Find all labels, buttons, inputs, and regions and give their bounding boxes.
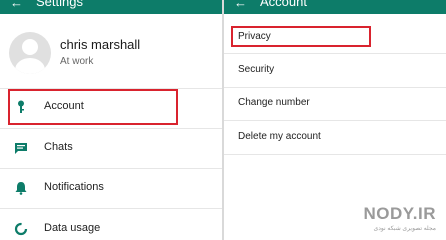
avatar-head <box>22 39 38 55</box>
watermark-subtext: مجله تصویری شبکه نودی <box>373 226 436 232</box>
settings-panel: ← Settings chris marshall At work Accoun… <box>0 0 222 240</box>
settings-item-notifications[interactable]: Notifications <box>0 168 222 208</box>
back-arrow-icon[interactable]: ← <box>234 0 247 10</box>
account-item-label: Change number <box>238 97 310 108</box>
settings-item-label: Chats <box>44 141 73 153</box>
account-item-label: Delete my account <box>238 131 321 142</box>
data-usage-icon <box>14 222 28 236</box>
divider <box>224 154 446 155</box>
account-panel: ← Account Privacy Security Change number… <box>224 0 446 240</box>
settings-appbar: ← Settings <box>0 0 222 14</box>
account-item-change-number[interactable]: Change number <box>224 87 446 120</box>
account-item-label: Privacy <box>238 31 271 42</box>
profile-status: At work <box>60 56 94 67</box>
settings-item-label: Account <box>44 100 84 112</box>
account-item-delete-account[interactable]: Delete my account <box>224 121 446 154</box>
settings-item-chats[interactable]: Chats <box>0 128 222 168</box>
account-item-security[interactable]: Security <box>224 54 446 87</box>
appbar-title: Settings <box>36 0 83 9</box>
account-item-privacy[interactable]: Privacy <box>224 21 446 54</box>
profile-name: chris marshall <box>60 37 141 52</box>
bell-icon <box>14 181 28 195</box>
appbar-title: Account <box>260 0 307 9</box>
back-arrow-icon[interactable]: ← <box>10 0 23 10</box>
profile-row[interactable]: chris marshall At work <box>0 14 222 88</box>
settings-item-account[interactable]: Account <box>0 87 222 127</box>
key-icon <box>14 100 28 114</box>
chat-icon <box>14 141 28 155</box>
avatar[interactable] <box>9 32 51 74</box>
avatar-body <box>15 58 45 74</box>
settings-item-label: Data usage <box>44 222 101 234</box>
settings-item-label: Notifications <box>44 181 104 193</box>
account-appbar: ← Account <box>224 0 446 14</box>
watermark: NODY.IR مجله تصویری شبکه نودی <box>364 204 436 232</box>
watermark-text: NODY.IR <box>363 204 436 223</box>
settings-item-data-usage[interactable]: Data usage <box>0 209 222 240</box>
account-item-label: Security <box>238 64 275 75</box>
